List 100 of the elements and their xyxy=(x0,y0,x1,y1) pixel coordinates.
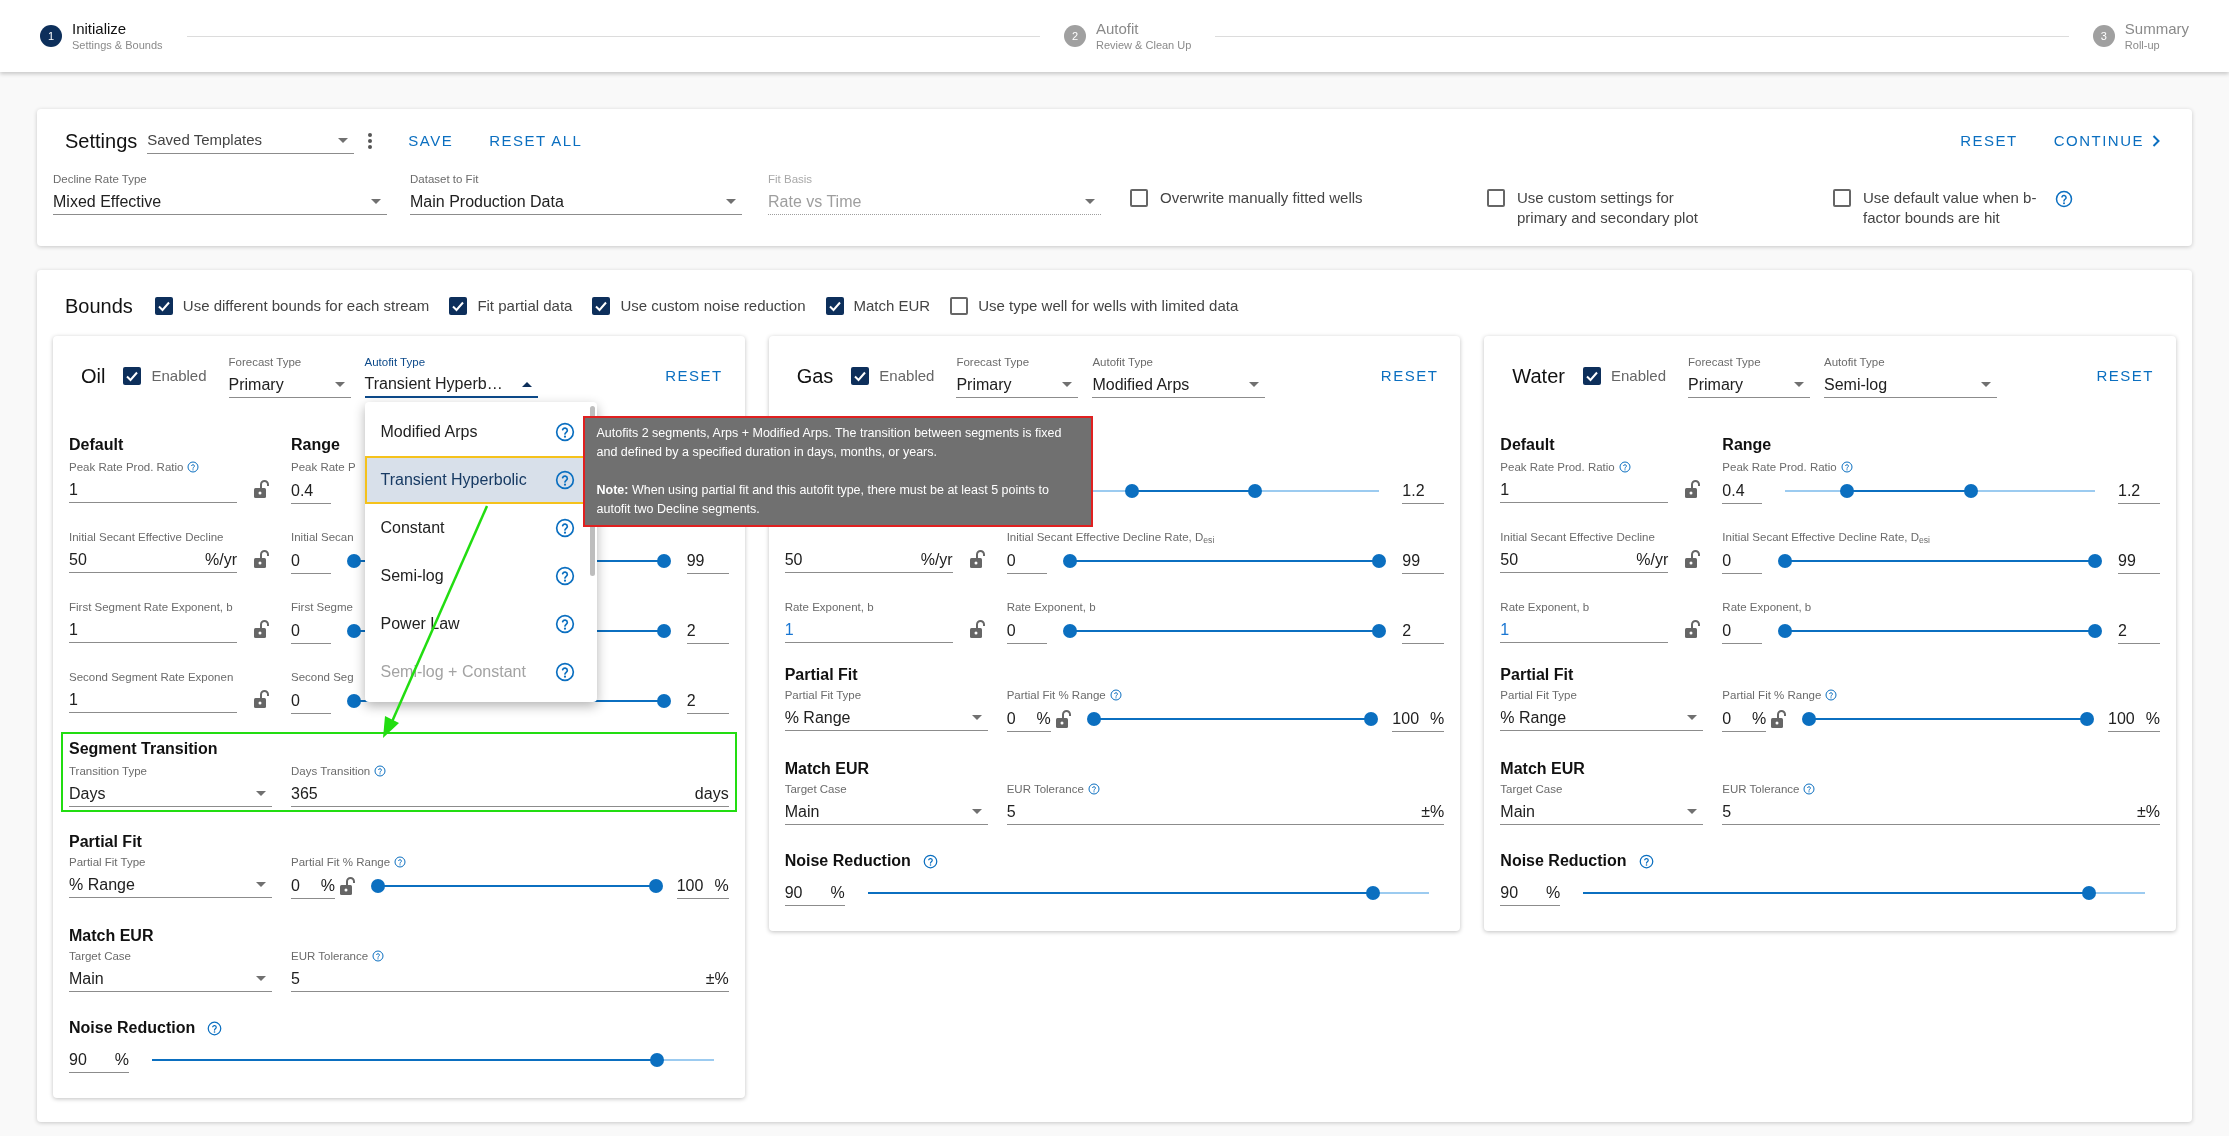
input-field[interactable]: 99 xyxy=(2118,548,2160,574)
slider-thumb[interactable] xyxy=(1778,554,1793,568)
range-slider[interactable] xyxy=(347,554,671,568)
unlocked-padlock-icon[interactable] xyxy=(339,876,357,896)
slider-thumb[interactable] xyxy=(1366,886,1381,900)
checkbox[interactable] xyxy=(1833,189,1851,207)
input-field[interactable]: 0 xyxy=(1006,618,1047,644)
help-icon[interactable] xyxy=(1638,853,1654,869)
checkbox[interactable] xyxy=(1487,189,1505,207)
unlocked-padlock-icon[interactable] xyxy=(1054,709,1073,729)
input-field[interactable]: 0 % xyxy=(291,873,335,899)
unlocked-padlock-icon[interactable] xyxy=(968,549,987,569)
input-field[interactable]: 2 xyxy=(2118,618,2160,644)
slider-thumb[interactable] xyxy=(1124,484,1139,498)
slider-thumb[interactable] xyxy=(650,1053,665,1067)
input-field[interactable]: 0 xyxy=(1722,548,1763,574)
input-field[interactable]: 100 % xyxy=(676,873,729,899)
unlocked-padlock-icon[interactable] xyxy=(1684,549,1703,569)
unlocked-padlock-icon[interactable] xyxy=(253,619,271,639)
unlocked-padlock-icon[interactable] xyxy=(253,689,271,709)
range-slider[interactable] xyxy=(1062,624,1387,638)
more-options-icon[interactable] xyxy=(368,133,373,149)
slider-thumb[interactable] xyxy=(371,879,385,893)
input-field[interactable]: 5 ±% xyxy=(1722,799,2160,825)
checkbox[interactable] xyxy=(154,297,173,315)
unlocked-padlock-icon[interactable] xyxy=(1770,709,1789,729)
input-field[interactable]: 0 xyxy=(291,548,331,574)
input-field[interactable]: 90 % xyxy=(784,880,845,906)
range-slider[interactable] xyxy=(371,879,663,893)
help-icon[interactable] xyxy=(922,853,938,869)
reset-button[interactable]: RESET xyxy=(1380,364,1439,388)
select-field[interactable]: Days xyxy=(69,781,272,807)
checkbox[interactable] xyxy=(950,297,969,315)
reset-button[interactable]: RESET xyxy=(2096,364,2154,388)
step-number[interactable]: 1 xyxy=(40,25,62,47)
input-field[interactable]: 1 xyxy=(69,477,237,503)
input-field[interactable]: 99 xyxy=(686,548,729,574)
help-icon[interactable] xyxy=(394,856,407,868)
select-field[interactable]: Semi-log xyxy=(1824,372,1997,398)
range-slider[interactable] xyxy=(1062,554,1387,568)
slider-thumb[interactable] xyxy=(2080,712,2094,726)
checkbox[interactable] xyxy=(1130,189,1148,207)
help-icon[interactable] xyxy=(1803,783,1816,795)
input-field[interactable]: 0 xyxy=(291,688,331,714)
range-slider[interactable] xyxy=(1086,712,1379,726)
select-field[interactable]: Main xyxy=(69,966,272,992)
input-field[interactable]: 0.4 xyxy=(291,478,331,504)
slider-thumb[interactable] xyxy=(1964,484,1979,498)
slider-thumb[interactable] xyxy=(1086,712,1101,726)
unlocked-padlock-icon[interactable] xyxy=(253,549,271,569)
input-field[interactable]: 0 % xyxy=(1006,706,1051,732)
input-field[interactable]: 2 xyxy=(686,688,729,714)
help-icon[interactable] xyxy=(372,950,385,962)
checkbox[interactable] xyxy=(123,367,142,385)
menu-item[interactable]: Modified Arps xyxy=(364,408,589,456)
checkbox[interactable] xyxy=(1582,367,1601,385)
help-icon[interactable] xyxy=(1825,689,1838,701)
slider-thumb[interactable] xyxy=(1062,554,1077,568)
select-field[interactable]: Transient Hyperb… xyxy=(364,372,538,398)
select-field[interactable]: % Range xyxy=(1500,705,1704,731)
select-field[interactable]: % Range xyxy=(69,872,272,898)
help-icon[interactable] xyxy=(554,470,575,490)
slider-thumb[interactable] xyxy=(656,624,671,638)
range-slider[interactable] xyxy=(1778,554,2102,568)
select-field[interactable]: Primary xyxy=(1688,372,1810,398)
input-field[interactable]: 1 xyxy=(784,617,953,643)
slider-thumb[interactable] xyxy=(347,694,361,708)
range-slider[interactable] xyxy=(347,694,671,708)
input-field[interactable]: 1 xyxy=(69,687,237,713)
select-field[interactable]: Primary xyxy=(956,372,1079,398)
reset-button[interactable]: RESET xyxy=(665,364,723,388)
help-icon[interactable] xyxy=(207,1020,223,1036)
range-slider[interactable] xyxy=(1778,624,2102,638)
action-button[interactable]: SAVE xyxy=(408,129,454,153)
slider-thumb[interactable] xyxy=(648,879,663,893)
input-field[interactable]: 100 % xyxy=(2108,706,2160,732)
slider-thumb[interactable] xyxy=(1778,624,1793,638)
input-field[interactable]: 0 xyxy=(1006,548,1047,574)
slider-thumb[interactable] xyxy=(1840,484,1855,498)
input-field[interactable]: 50 %/yr xyxy=(69,547,237,573)
help-icon[interactable] xyxy=(2055,190,2073,208)
menu-item[interactable]: Constant xyxy=(364,504,589,552)
input-field[interactable]: 365 days xyxy=(291,781,729,807)
slider-thumb[interactable] xyxy=(1372,554,1387,568)
input-field[interactable]: 50 %/yr xyxy=(784,547,953,573)
slider-thumb[interactable] xyxy=(1802,712,1817,726)
input-field[interactable]: 0.4 xyxy=(1722,478,1763,504)
slider-thumb[interactable] xyxy=(347,624,361,638)
checkbox[interactable] xyxy=(592,297,611,315)
slider-thumb[interactable] xyxy=(656,694,671,708)
unlocked-padlock-icon[interactable] xyxy=(253,479,271,499)
input-field[interactable]: 0 xyxy=(1722,618,1763,644)
help-icon[interactable] xyxy=(1618,461,1631,473)
input-field[interactable]: 1 xyxy=(1500,617,1669,643)
slider-thumb[interactable] xyxy=(656,554,671,568)
help-icon[interactable] xyxy=(1840,461,1853,473)
select-field[interactable]: Modified Arps xyxy=(1092,372,1266,398)
help-icon[interactable] xyxy=(1109,689,1122,701)
help-icon[interactable] xyxy=(1087,783,1100,795)
slider-thumb[interactable] xyxy=(1248,484,1263,498)
